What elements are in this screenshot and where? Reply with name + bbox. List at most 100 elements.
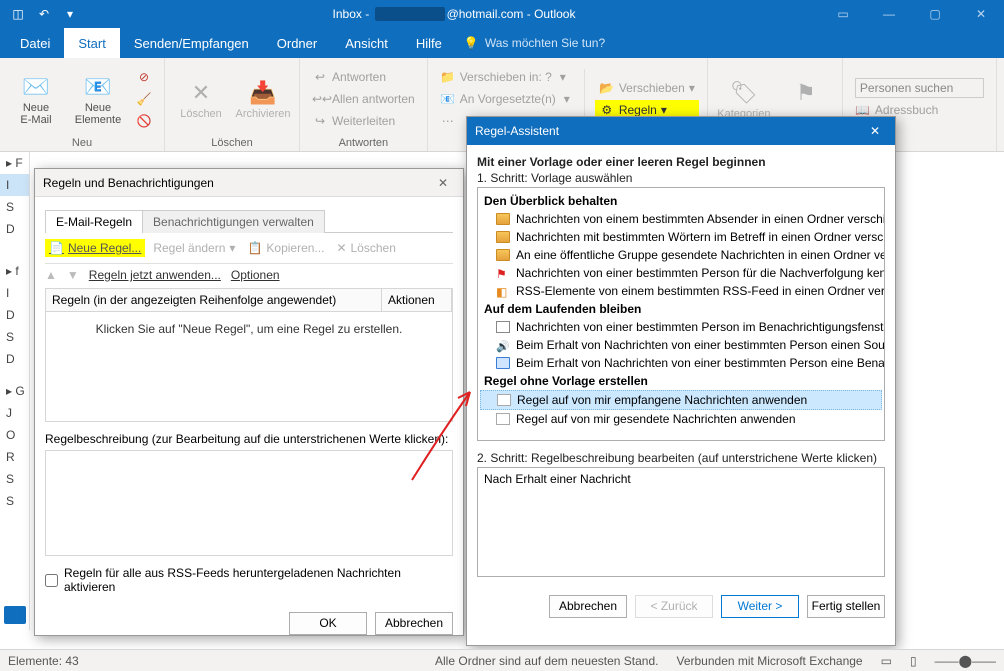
tab-hilfe[interactable]: Hilfe	[402, 28, 456, 58]
template-tree: Den Überblick behalten Nachrichten von e…	[477, 187, 885, 441]
wizard-close-icon[interactable]: ✕	[863, 124, 887, 138]
wizard-desc-box: Nach Erhalt einer Nachricht	[477, 467, 885, 577]
wizard-intro: Mit einer Vorlage oder einer leeren Rege…	[477, 155, 885, 169]
tree-item-mobile-alert[interactable]: Beim Erhalt von Nachrichten von einer be…	[478, 354, 884, 372]
nav-d[interactable]: D	[0, 218, 29, 240]
nav-j[interactable]: J	[0, 402, 29, 424]
forward-button[interactable]: ↪Weiterleiten	[308, 111, 419, 131]
rules-dialog: Regeln und Benachrichtigungen ✕ E-Mail-R…	[34, 168, 464, 636]
ignore-icon[interactable]: ⊘	[132, 67, 156, 87]
move-down-icon[interactable]: ▼	[67, 268, 79, 282]
rules-dialog-title: Regeln und Benachrichtigungen ✕	[35, 169, 463, 197]
tree-item-received-messages[interactable]: Regel auf von mir empfangene Nachrichten…	[480, 390, 882, 410]
delete-button[interactable]: ✕Löschen	[173, 66, 229, 132]
ribbon-options-icon[interactable]: ▭	[820, 0, 866, 28]
new-items-button[interactable]: 📧Neue Elemente	[70, 66, 126, 132]
wizard-step2-label: 2. Schritt: Regelbeschreibung bearbeiten…	[477, 451, 885, 465]
tab-datei[interactable]: Datei	[6, 28, 64, 58]
tree-item-flag-followup[interactable]: Nachrichten von einer bestimmten Person …	[478, 264, 884, 282]
status-connected: Verbunden mit Microsoft Exchange	[677, 654, 863, 668]
tree-item-alert-window[interactable]: Nachrichten von einer bestimmten Person …	[478, 318, 884, 336]
new-rule-button[interactable]: 📄Neue Regel...	[45, 239, 145, 257]
qat-customize-icon[interactable]: ▾	[58, 3, 82, 25]
zoom-slider[interactable]: ——⬤——	[935, 654, 996, 668]
nav-s[interactable]: S	[0, 196, 29, 218]
nav-account[interactable]: ▸ f	[0, 260, 29, 282]
tab-notifications[interactable]: Benachrichtigungen verwalten	[142, 210, 325, 233]
rule-wizard-dialog: Regel-Assistent ✕ Mit einer Vorlage oder…	[466, 116, 896, 646]
tab-senden[interactable]: Senden/Empfangen	[120, 28, 263, 58]
tree-item-group-folder[interactable]: An eine öffentliche Gruppe gesendete Nac…	[478, 246, 884, 264]
move-to-button[interactable]: 📁Verschieben in: ?▾	[436, 67, 574, 87]
reply-button[interactable]: ↩Antworten	[308, 67, 419, 87]
reply-all-button[interactable]: ↩↩Allen antworten	[308, 89, 419, 109]
tab-start[interactable]: Start	[64, 28, 119, 58]
tree-item-subject-folder[interactable]: Nachrichten mit bestimmten Wörtern im Be…	[478, 228, 884, 246]
qat-outlook-icon[interactable]: ◫	[6, 3, 30, 25]
rules-grid-header: Regeln (in der angezeigten Reihenfolge a…	[45, 288, 453, 312]
view-reading-icon[interactable]: ▯	[910, 654, 917, 668]
qat-undo-icon[interactable]: ↶	[32, 3, 56, 25]
tell-me[interactable]: 💡 Was möchten Sie tun?	[464, 36, 605, 50]
run-rules-now-link[interactable]: Regeln jetzt anwenden...	[89, 268, 221, 282]
nav-fav[interactable]: ▸ F	[0, 152, 29, 174]
tab-email-rules[interactable]: E-Mail-Regeln	[45, 210, 143, 233]
status-item-count: Elemente: 43	[8, 654, 79, 668]
tab-ordner[interactable]: Ordner	[263, 28, 331, 58]
options-link[interactable]: Optionen	[231, 268, 280, 282]
view-normal-icon[interactable]: ▭	[881, 654, 892, 668]
copy-rule-button[interactable]: 📋Kopieren...	[243, 239, 328, 257]
cleanup-icon[interactable]: 🧹	[132, 89, 156, 109]
move-button[interactable]: 📂Verschieben▾	[595, 78, 699, 98]
folder-pane: ▸ F I S D ▸ f I D S D ▸ G J O R S S	[0, 152, 30, 630]
wizard-step1-label: 1. Schritt: Vorlage auswählen	[477, 171, 885, 185]
rules-cancel-button[interactable]: Abbrechen	[375, 612, 453, 635]
new-email-button[interactable]: ✉️Neue E-Mail	[8, 66, 64, 132]
tree-item-rss-folder[interactable]: RSS-Elemente von einem bestimmten RSS-Fe…	[478, 282, 884, 300]
window-title: Inbox - @hotmail.com - Outlook	[88, 7, 820, 22]
maximize-icon[interactable]: ▢	[912, 0, 958, 28]
rule-desc-box	[45, 450, 453, 556]
wizard-next-button[interactable]: Weiter >	[721, 595, 799, 618]
status-folders: Alle Ordner sind auf dem neuesten Stand.	[435, 654, 658, 668]
nav-r[interactable]: R	[0, 446, 29, 468]
status-bar: Elemente: 43 Alle Ordner sind auf dem ne…	[0, 649, 1004, 671]
title-bar: ◫ ↶ ▾ Inbox - @hotmail.com - Outlook ▭ —…	[0, 0, 1004, 28]
tab-ansicht[interactable]: Ansicht	[331, 28, 402, 58]
wizard-title-bar: Regel-Assistent ✕	[467, 117, 895, 145]
tree-item-sent-messages[interactable]: Regel auf von mir gesendete Nachrichten …	[478, 410, 884, 428]
close-icon[interactable]: ✕	[958, 0, 1004, 28]
tree-item-play-sound[interactable]: Beim Erhalt von Nachrichten von einer be…	[478, 336, 884, 354]
rules-ok-button[interactable]: OK	[289, 612, 367, 635]
nav-inbox[interactable]: I	[0, 174, 29, 196]
redacted-email	[375, 7, 445, 21]
nav-d3[interactable]: D	[0, 348, 29, 370]
move-up-icon[interactable]: ▲	[45, 268, 57, 282]
wizard-finish-button[interactable]: Fertig stellen	[807, 595, 885, 618]
nav-s2[interactable]: S	[0, 326, 29, 348]
nav-d2[interactable]: D	[0, 304, 29, 326]
rules-grid-body: Klicken Sie auf "Neue Regel", um eine Re…	[45, 312, 453, 422]
mail-module-icon[interactable]	[4, 606, 26, 624]
nav-s4[interactable]: S	[0, 490, 29, 512]
delete-rule-button[interactable]: ✕Löschen	[332, 239, 399, 257]
rule-desc-label: Regelbeschreibung (zur Bearbeitung auf d…	[45, 432, 453, 446]
nav-g[interactable]: ▸ G	[0, 380, 29, 402]
search-people-input[interactable]: Personen suchen	[851, 78, 988, 98]
wizard-back-button[interactable]: < Zurück	[635, 595, 713, 618]
junk-icon[interactable]: 🚫	[132, 111, 156, 131]
to-manager-button[interactable]: 📧An Vorgesetzte(n)▾	[436, 89, 574, 109]
wizard-cancel-button[interactable]: Abbrechen	[549, 595, 627, 618]
minimize-icon[interactable]: —	[866, 0, 912, 28]
archive-button[interactable]: 📥Archivieren	[235, 66, 291, 132]
bulb-icon: 💡	[464, 36, 479, 50]
rules-dialog-close-icon[interactable]: ✕	[431, 176, 455, 190]
change-rule-button[interactable]: Regel ändern▾	[149, 239, 239, 257]
rss-checkbox[interactable]	[45, 574, 58, 587]
tree-item-sender-folder[interactable]: Nachrichten von einem bestimmten Absende…	[478, 210, 884, 228]
nav-s3[interactable]: S	[0, 468, 29, 490]
nav-i2[interactable]: I	[0, 282, 29, 304]
nav-o[interactable]: O	[0, 424, 29, 446]
tree-cat-blank: Regel ohne Vorlage erstellen	[478, 372, 884, 390]
rss-checkbox-label: Regeln für alle aus RSS-Feeds herunterge…	[64, 566, 453, 594]
